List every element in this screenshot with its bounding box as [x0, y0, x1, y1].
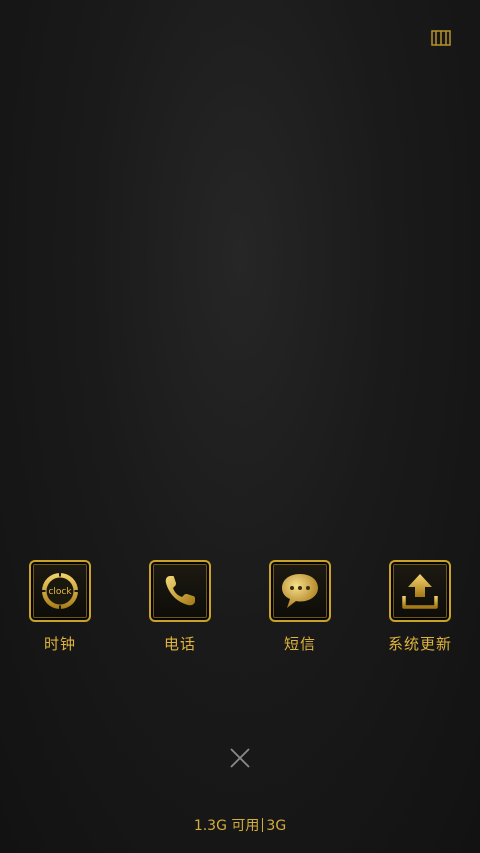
message-icon	[282, 574, 318, 608]
memory-available: 1.3G 可用	[193, 818, 260, 834]
phone-icon	[165, 576, 195, 606]
close-icon[interactable]	[228, 746, 252, 770]
app-tile[interactable]	[389, 560, 451, 622]
app-label: 系统更新	[387, 635, 452, 653]
clock-icon: clock	[42, 573, 78, 609]
app-phone[interactable]: 电话	[135, 560, 225, 654]
clock-icon-text: clock	[48, 587, 72, 597]
app-label: 时钟	[43, 635, 76, 653]
app-clock[interactable]: clock 时钟	[15, 560, 105, 654]
app-label: 短信	[283, 635, 316, 653]
system-update-icon	[402, 574, 438, 609]
app-grid: clock 时钟 电话 短信 系统更新	[0, 560, 480, 660]
app-message[interactable]: 短信	[255, 560, 345, 654]
recent-apps-icon[interactable]	[431, 30, 451, 46]
divider	[262, 818, 264, 832]
memory-status: 1.3G 可用 3G	[0, 815, 480, 835]
app-tile[interactable]	[149, 560, 211, 622]
app-label: 电话	[163, 635, 196, 653]
memory-total: 3G	[266, 818, 287, 834]
app-system-update[interactable]: 系统更新	[375, 560, 465, 654]
app-tile[interactable]: clock	[29, 560, 91, 622]
app-tile[interactable]	[269, 560, 331, 622]
